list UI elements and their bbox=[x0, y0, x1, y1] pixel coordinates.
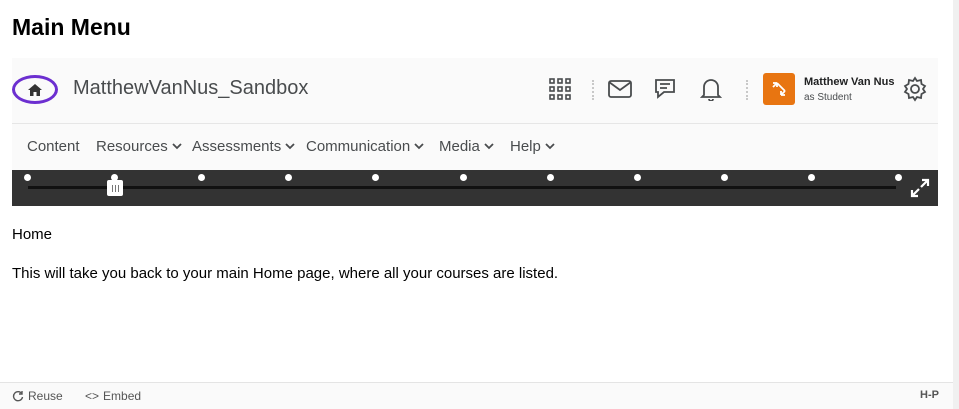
timeline-step-dot[interactable] bbox=[546, 174, 554, 181]
org-name[interactable]: MatthewVanNus_Sandbox bbox=[73, 77, 308, 100]
nav-item-label: Help bbox=[510, 138, 541, 155]
fullscreen-icon[interactable] bbox=[910, 178, 930, 198]
nav-item-media[interactable]: Media bbox=[439, 138, 494, 155]
timeline-step-dot[interactable] bbox=[895, 174, 902, 181]
embed-icon: <> bbox=[85, 389, 100, 403]
bell-icon[interactable] bbox=[698, 76, 724, 102]
timeline-track[interactable] bbox=[28, 186, 896, 189]
h5p-footer: Reuse <> Embed H-P bbox=[0, 382, 953, 409]
reuse-label: Reuse bbox=[28, 389, 63, 403]
nav-item-label: Communication bbox=[306, 138, 411, 155]
hotspot-description: This will take you back to your main Hom… bbox=[12, 265, 559, 282]
user-name[interactable]: Matthew Van Nus bbox=[804, 76, 894, 88]
page-title: Main Menu bbox=[12, 14, 131, 40]
gear-icon[interactable] bbox=[902, 76, 928, 102]
chevron-down-icon bbox=[172, 143, 182, 150]
timeline-step-dot[interactable] bbox=[459, 174, 467, 181]
timeline-bar bbox=[12, 170, 938, 206]
timeline-step-dot[interactable] bbox=[198, 174, 206, 181]
nav-item-resources[interactable]: Resources bbox=[96, 138, 182, 155]
timeline-step-dot[interactable] bbox=[285, 174, 293, 181]
chevron-down-icon bbox=[484, 143, 494, 150]
timeline-handle[interactable] bbox=[107, 180, 123, 196]
avatar[interactable] bbox=[763, 73, 795, 105]
reuse-button[interactable]: Reuse bbox=[12, 389, 63, 403]
timeline-step-dot[interactable] bbox=[24, 174, 31, 181]
toolbar-separator bbox=[746, 80, 748, 100]
nav-item-label: Resources bbox=[96, 138, 168, 155]
navbar-screenshot: MatthewVanNus_Sandbox Matthew Van Nus as… bbox=[12, 58, 938, 206]
chevron-down-icon bbox=[545, 143, 555, 150]
user-switch-icon bbox=[772, 82, 786, 96]
timeline-step-dot[interactable] bbox=[633, 174, 641, 181]
timeline-step-dot[interactable] bbox=[720, 174, 728, 181]
reuse-icon bbox=[12, 391, 24, 402]
nav-item-label: Media bbox=[439, 138, 480, 155]
nav-item-label: Content bbox=[27, 138, 80, 155]
h5p-logo[interactable]: H-P bbox=[920, 389, 939, 401]
chevron-down-icon bbox=[285, 143, 295, 150]
nav-item-communication[interactable]: Communication bbox=[306, 138, 424, 155]
chevron-down-icon bbox=[414, 143, 424, 150]
toolbar-separator bbox=[592, 80, 594, 100]
nav-item-help[interactable]: Help bbox=[510, 138, 555, 155]
nav-item-label: Assessments bbox=[192, 138, 282, 155]
nav-item-assessments[interactable]: Assessments bbox=[192, 138, 295, 155]
embed-button[interactable]: <> Embed bbox=[85, 389, 141, 403]
nav-item-content[interactable]: Content bbox=[27, 138, 80, 155]
mail-icon[interactable] bbox=[607, 76, 633, 102]
timeline-step-dot[interactable] bbox=[807, 174, 815, 181]
timeline-step-dot[interactable] bbox=[372, 174, 380, 181]
course-navbar: Content Resources Assessments Communicat… bbox=[12, 125, 938, 170]
hotspot-heading: Home bbox=[12, 226, 53, 243]
home-button[interactable] bbox=[12, 75, 58, 104]
embed-label: Embed bbox=[103, 389, 142, 403]
page-gutter bbox=[953, 0, 959, 409]
waffle-icon[interactable] bbox=[547, 76, 573, 102]
chat-icon[interactable] bbox=[652, 76, 678, 102]
top-bar: MatthewVanNus_Sandbox Matthew Van Nus as… bbox=[12, 58, 938, 124]
user-role: as Student bbox=[804, 92, 852, 103]
home-icon bbox=[28, 83, 42, 96]
